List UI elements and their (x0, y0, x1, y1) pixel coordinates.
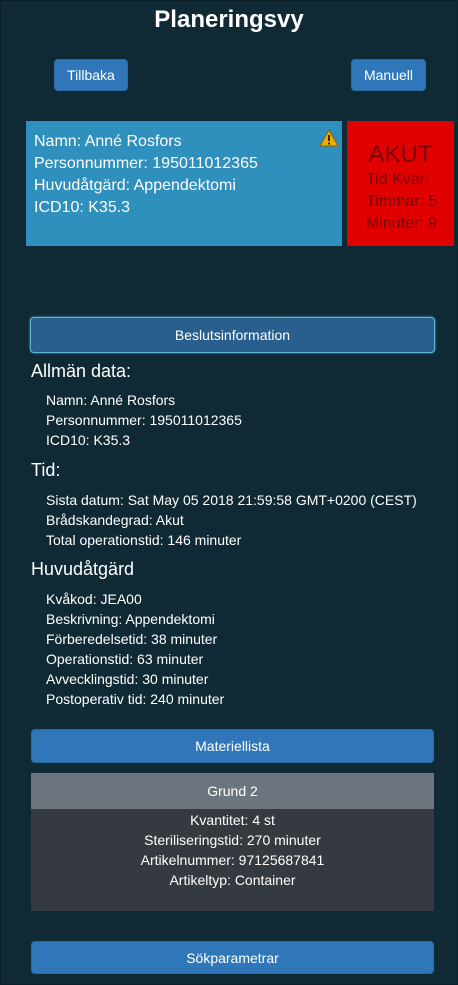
list-item: Kvåkod: JEA00 (46, 591, 142, 607)
time-left-label: Tid Kvar: (366, 171, 430, 188)
manual-button[interactable]: Manuell (351, 59, 426, 91)
time-list: Sista datum: Sat May 05 2018 21:59:58 GM… (46, 490, 417, 550)
list-item: Sista datum: Sat May 05 2018 21:59:58 GM… (46, 492, 417, 508)
list-item: Total operationstid: 146 minuter (46, 532, 242, 548)
minutes-left: Minuter: 9 (366, 215, 438, 232)
list-item: Personnummer: 195011012365 (46, 412, 242, 428)
patient-card[interactable]: Namn: Anné Rosfors Personnummer: 1950110… (26, 121, 342, 246)
list-item: Postoperativ tid: 240 minuter (46, 691, 225, 707)
list-item: Namn: Anné Rosfors (46, 392, 176, 408)
list-item: Förberedelsetid: 38 minuter (46, 631, 218, 647)
patient-procedure: Huvudåtgärd: Appendektomi (34, 177, 236, 194)
warning-icon (319, 129, 339, 147)
main-procedure-list: Kvåkod: JEA00 Beskrivning: Appendektomi … (46, 589, 224, 709)
material-name[interactable]: Grund 2 (31, 773, 434, 809)
general-data-heading: Allmän data: (31, 361, 132, 381)
list-item: ICD10: K35.3 (46, 432, 131, 448)
material-card: Grund 2 Kvantitet: 4 st Steriliseringsti… (31, 773, 434, 911)
list-item: Beskrivning: Appendektomi (46, 611, 215, 627)
material-details: Kvantitet: 4 st Steriliseringstid: 270 m… (31, 809, 434, 890)
list-item: Steriliseringstid: 270 minuter (144, 832, 321, 848)
decision-info-button[interactable]: Beslutsinformation (30, 317, 435, 353)
hours-left: Timmar: 5 (366, 193, 438, 210)
page-title: Planeringsvy (154, 6, 304, 33)
patient-personnummer: Personnummer: 195011012365 (34, 155, 258, 172)
urgency-panel: AKUT Tid Kvar: Timmar: 5 Minuter: 9 (347, 121, 454, 246)
main-procedure-heading: Huvudåtgärd (31, 559, 135, 579)
material-list-button[interactable]: Materiellista (31, 729, 434, 763)
urgency-title: AKUT (368, 141, 433, 168)
list-item: Kvantitet: 4 st (190, 812, 275, 828)
list-item: Artikeltyp: Container (169, 872, 296, 888)
general-data-list: Namn: Anné Rosfors Personnummer: 1950110… (46, 390, 242, 450)
search-params-button[interactable]: Sökparametrar (31, 941, 434, 974)
patient-icd10: ICD10: K35.3 (34, 199, 131, 216)
patient-name: Namn: Anné Rosfors (34, 133, 182, 150)
list-item: Operationstid: 63 minuter (46, 651, 204, 667)
list-item: Artikelnummer: 97125687841 (140, 852, 325, 868)
time-heading: Tid: (31, 460, 61, 480)
list-item: Avvecklingstid: 30 minuter (46, 671, 209, 687)
list-item: Brådskandegrad: Akut (46, 512, 184, 528)
back-button[interactable]: Tillbaka (54, 59, 128, 91)
